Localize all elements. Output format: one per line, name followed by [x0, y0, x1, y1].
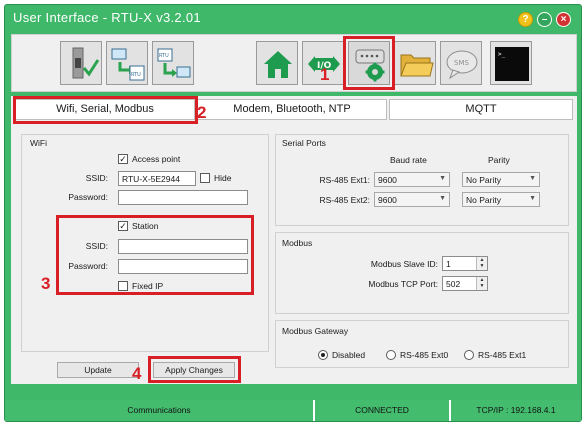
folder-icon — [400, 54, 434, 77]
status-connection: CONNECTED — [315, 400, 451, 421]
download-button[interactable]: RTU — [152, 41, 194, 85]
status-bar: Communications CONNECTED TCP/IP : 192.16… — [5, 400, 581, 421]
home-icon — [264, 51, 292, 78]
gateway-ext1-label: RS-485 Ext1 — [478, 350, 527, 360]
svg-text:SMS: SMS — [454, 59, 469, 67]
modbus-slave-id-label: Modbus Slave ID: — [370, 259, 438, 269]
gateway-disabled-radio[interactable] — [318, 350, 328, 360]
ap-ssid-label: SSID: — [85, 173, 108, 183]
open-folder-button[interactable] — [394, 41, 436, 85]
svg-text:>_: >_ — [498, 51, 506, 58]
annotation-box-2 — [13, 96, 198, 124]
svg-text:RTU: RTU — [159, 53, 169, 59]
rs485-ext2-baud-value: 9600 — [378, 195, 397, 205]
serial-ports-group-title: Serial Ports — [282, 138, 326, 148]
spinner-buttons[interactable]: ▲ ▼ — [476, 257, 487, 270]
modbus-gateway-group-title: Modbus Gateway — [282, 326, 349, 336]
chevron-down-icon: ▼ — [439, 175, 446, 182]
tab-modem-bluetooth-ntp[interactable]: Modem, Bluetooth, NTP — [197, 99, 387, 120]
usb-plug-check-icon — [72, 47, 100, 79]
pc-to-rtu-upload-icon: RTU — [111, 48, 145, 81]
annotation-number-2: 2 — [197, 103, 207, 122]
parity-header: Parity — [488, 155, 510, 165]
minimize-button[interactable]: – — [537, 12, 552, 27]
chevron-down-icon: ▼ — [529, 195, 536, 202]
modbus-group-title: Modbus — [282, 238, 313, 248]
device-check-button[interactable] — [60, 41, 102, 85]
hide-ssid-label: Hide — [214, 173, 232, 183]
modbus-group: Modbus Modbus Slave ID: 1 ▲ ▼ Modbus TCP … — [275, 232, 569, 314]
gateway-ext0-radio[interactable] — [386, 350, 396, 360]
annotation-box-1 — [343, 36, 395, 90]
status-tcpip: TCP/IP : 192.168.4.1 — [451, 400, 581, 421]
rs485-ext2-parity-select[interactable]: No Parity ▼ — [462, 192, 540, 207]
annotation-number-4: 4 — [132, 364, 142, 383]
modbus-slave-id-value: 1 — [446, 259, 451, 269]
annotation-number-1: 1 — [320, 65, 330, 84]
tab-content: WiFi ✓ Access point SSID: RTU-X-5E2944 H… — [11, 124, 577, 384]
modbus-tcp-port-value: 502 — [446, 279, 461, 289]
tab-mqtt[interactable]: MQTT — [389, 99, 573, 120]
access-point-checkbox[interactable]: ✓ — [118, 154, 128, 164]
upload-button[interactable]: RTU — [106, 41, 148, 85]
modbus-gateway-group: Modbus Gateway Disabled RS-485 Ext0 RS-4… — [275, 320, 569, 368]
spinner-buttons[interactable]: ▲ ▼ — [476, 277, 487, 290]
rs485-ext1-parity-value: No Parity — [466, 175, 501, 185]
rs485-ext2-label: RS-485 Ext2: — [319, 195, 370, 205]
rs485-ext1-label: RS-485 Ext1: — [319, 175, 370, 185]
svg-text:RTU: RTU — [131, 72, 141, 78]
ap-ssid-input[interactable]: RTU-X-5E2944 — [118, 171, 196, 186]
gateway-ext1-radio[interactable] — [464, 350, 474, 360]
rs485-ext2-parity-value: No Parity — [466, 195, 501, 205]
modbus-slave-id-spinner[interactable]: 1 ▲ ▼ — [442, 256, 488, 271]
rtu-to-pc-download-icon: RTU — [157, 48, 191, 78]
sms-bubble-icon: SMS — [446, 50, 478, 80]
toolbar: RTU RTU I/O SMS >_ — [11, 34, 577, 92]
spin-down-icon[interactable]: ▼ — [477, 263, 487, 269]
annotation-box-4 — [148, 356, 241, 383]
terminal-button[interactable]: >_ — [490, 41, 532, 85]
app-window: User Interface - RTU-X v3.2.01 ? – × RTU — [4, 4, 582, 422]
gateway-ext0-label: RS-485 Ext0 — [400, 350, 449, 360]
hide-ssid-checkbox[interactable] — [200, 173, 210, 183]
rs485-ext2-baud-select[interactable]: 9600 ▼ — [374, 192, 450, 207]
gateway-disabled-label: Disabled — [332, 350, 366, 360]
tab-strip: Wifi, Serial, Modbus Modem, Bluetooth, N… — [11, 96, 577, 124]
rs485-ext1-baud-select[interactable]: 9600 ▼ — [374, 172, 450, 187]
chevron-down-icon: ▼ — [439, 195, 446, 202]
home-button[interactable] — [256, 41, 298, 85]
ap-password-label: Password: — [68, 192, 108, 202]
chevron-down-icon: ▼ — [529, 175, 536, 182]
annotation-number-3: 3 — [41, 274, 51, 293]
window-title: User Interface - RTU-X v3.2.01 — [13, 10, 201, 25]
access-point-label: Access point — [132, 154, 181, 164]
title-bar[interactable]: User Interface - RTU-X v3.2.01 ? – × — [5, 5, 581, 31]
wifi-group-title: WiFi — [30, 138, 47, 148]
status-communications: Communications — [5, 400, 315, 421]
annotation-box-3 — [56, 215, 254, 295]
wifi-group: WiFi ✓ Access point SSID: RTU-X-5E2944 H… — [21, 134, 269, 352]
close-button[interactable]: × — [556, 12, 571, 27]
ap-password-input[interactable] — [118, 190, 248, 205]
help-button[interactable]: ? — [518, 12, 533, 27]
modbus-tcp-port-spinner[interactable]: 502 ▲ ▼ — [442, 276, 488, 291]
rs485-ext1-baud-value: 9600 — [378, 175, 397, 185]
spin-down-icon[interactable]: ▼ — [477, 283, 487, 289]
rs485-ext1-parity-select[interactable]: No Parity ▼ — [462, 172, 540, 187]
baud-rate-header: Baud rate — [390, 155, 427, 165]
sms-button[interactable]: SMS — [440, 41, 482, 85]
modbus-tcp-port-label: Modbus TCP Port: — [368, 279, 438, 289]
terminal-icon: >_ — [495, 47, 529, 81]
serial-ports-group: Serial Ports Baud rate Parity RS-485 Ext… — [275, 134, 569, 226]
update-button[interactable]: Update — [57, 362, 139, 378]
